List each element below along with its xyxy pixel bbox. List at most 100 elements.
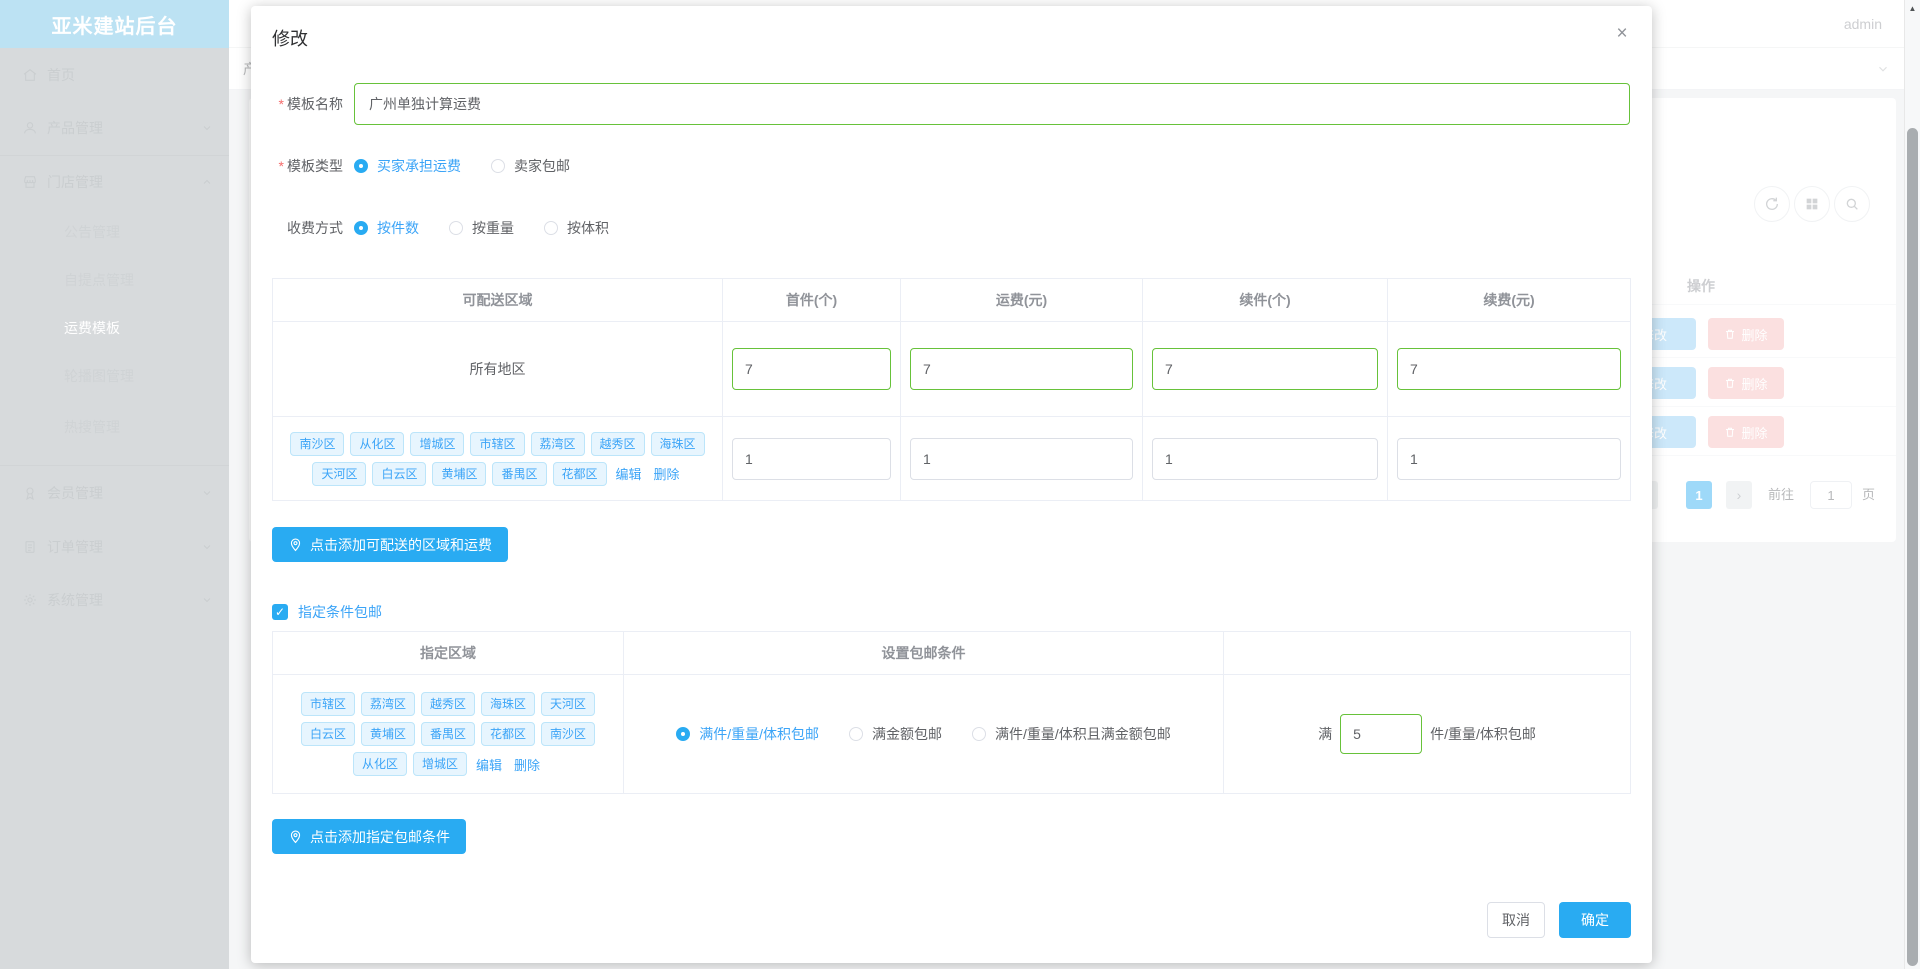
dialog-title: 修改 — [272, 29, 308, 49]
location-pin-icon — [290, 830, 301, 844]
checkbox-label: 指定条件包邮 — [298, 604, 382, 620]
scroll-up-arrow[interactable]: ▲ — [1905, 4, 1920, 13]
table-row: 市辖区 荔湾区 越秀区 海珠区 天河区 白云区 黄埔区 番禺区 花都区 南沙区 从化区 增城区 编辑 … — [272, 674, 1631, 794]
next-piece-input[interactable] — [1152, 348, 1378, 390]
radio-icon — [849, 727, 863, 741]
radio-icon — [544, 221, 558, 235]
radio-icon — [972, 727, 986, 741]
add-region-button-label: 点击添加可配送的区域和运费 — [310, 536, 492, 553]
radio-by-weight[interactable]: 按重量 — [449, 218, 514, 238]
radio-label: 按体积 — [567, 220, 609, 236]
radio-icon — [491, 159, 505, 173]
charge-method-radios: 按件数 按重量 按体积 — [354, 218, 639, 238]
radio-label: 满件/重量/体积且满金额包邮 — [995, 726, 1171, 742]
region-tag: 番禺区 — [420, 722, 475, 746]
scrollbar-thumb[interactable] — [1907, 128, 1918, 966]
fee-input[interactable] — [910, 348, 1133, 390]
radio-icon — [354, 159, 368, 173]
column-header: 续费(元) — [1387, 278, 1631, 322]
template-name-label: * 模板名称 — [278, 96, 343, 112]
vertical-scrollbar[interactable]: ▲ — [1904, 0, 1920, 969]
free-shipping-checkbox-row[interactable]: ✓ 指定条件包邮 — [272, 602, 382, 622]
table-row: 南沙区 从化区 增城区 市辖区 荔湾区 越秀区 海珠区 天河区 白云区 黄埔区 番禺区 花都区 编辑 … — [272, 416, 1631, 501]
next-fee-input[interactable] — [1397, 437, 1621, 480]
first-piece-input[interactable] — [732, 437, 891, 480]
region-cell: 所有地区 — [272, 321, 723, 417]
checkbox-checked-icon[interactable]: ✓ — [272, 604, 288, 620]
region-tag: 荔湾区 — [360, 692, 415, 716]
threshold-prefix: 满 — [1318, 726, 1333, 742]
region-tag: 番禺区 — [492, 461, 547, 486]
first-piece-input[interactable] — [732, 348, 891, 390]
location-pin-icon — [290, 538, 301, 552]
edit-link[interactable]: 编辑 — [476, 755, 502, 774]
add-condition-button-label: 点击添加指定包邮条件 — [310, 828, 450, 845]
template-name-input[interactable] — [354, 83, 1630, 125]
delete-link[interactable]: 删除 — [654, 464, 680, 483]
region-tag: 海珠区 — [650, 431, 705, 456]
region-tag: 越秀区 — [590, 431, 645, 456]
required-asterisk: * — [278, 158, 284, 174]
radio-label: 卖家包邮 — [514, 158, 570, 174]
radio-icon — [449, 221, 463, 235]
radio-buyer-pays[interactable]: 买家承担运费 — [354, 156, 461, 176]
template-type-radios: 买家承担运费 卖家包邮 — [354, 156, 600, 176]
threshold-input[interactable] — [1340, 714, 1423, 754]
radio-seller-free[interactable]: 卖家包邮 — [491, 156, 570, 176]
next-piece-input[interactable] — [1152, 437, 1378, 480]
edit-link[interactable]: 编辑 — [616, 464, 642, 483]
table-header-row: 可配送区域 首件(个) 运费(元) 续件(个) 续费(元) — [272, 278, 1631, 322]
table-row: 所有地区 — [272, 321, 1631, 417]
fee-input[interactable] — [910, 437, 1133, 480]
add-condition-button[interactable]: 点击添加指定包邮条件 — [272, 819, 466, 854]
radio-by-volume[interactable]: 按体积 — [544, 218, 609, 238]
dialog-footer: 取消 确定 — [1487, 902, 1631, 938]
region-tag: 天河区 — [312, 461, 367, 486]
delete-link[interactable]: 删除 — [514, 755, 540, 774]
radio-icon — [676, 727, 691, 741]
region-tag: 黄埔区 — [360, 722, 415, 746]
charge-method-label: 收费方式 — [287, 220, 343, 236]
template-type-label: * 模板类型 — [278, 158, 343, 174]
region-tag: 增城区 — [410, 431, 465, 456]
free-ship-condition-radios: 满件/重量/体积包邮 满金额包邮 满件/重量/体积且满金额包邮 — [624, 724, 1223, 744]
radio-label: 满件/重量/体积包邮 — [699, 726, 819, 742]
radio-label: 满金额包邮 — [872, 726, 942, 742]
region-tag: 增城区 — [412, 752, 467, 776]
column-header: 首件(个) — [722, 278, 901, 322]
cancel-button[interactable]: 取消 — [1487, 902, 1545, 938]
region-tag: 从化区 — [350, 431, 405, 456]
table-header-row: 指定区域 设置包邮条件 — [272, 631, 1631, 675]
column-header — [1223, 631, 1631, 675]
column-header: 可配送区域 — [272, 278, 723, 322]
region-tag: 天河区 — [541, 692, 596, 716]
column-header: 续件(个) — [1142, 278, 1388, 322]
region-tag: 花都区 — [481, 722, 536, 746]
confirm-button[interactable]: 确定 — [1559, 902, 1631, 938]
region-tag: 从化区 — [352, 752, 407, 776]
radio-by-quantity-and-amount-free[interactable]: 满件/重量/体积且满金额包邮 — [972, 724, 1171, 744]
add-region-button[interactable]: 点击添加可配送的区域和运费 — [272, 527, 508, 562]
region-tag: 黄埔区 — [432, 461, 487, 486]
edit-dialog: 修改 × *模板名称 *模板类型 买家承担运费 卖家包邮 收费方式 按件数 按重… — [251, 6, 1652, 963]
region-tag: 市辖区 — [300, 692, 355, 716]
region-tag: 白云区 — [300, 722, 355, 746]
radio-by-piece[interactable]: 按件数 — [354, 218, 419, 238]
region-tag: 海珠区 — [481, 692, 536, 716]
region-fee-table: 可配送区域 首件(个) 运费(元) 续件(个) 续费(元) 所有地区 南沙区从化… — [272, 278, 1631, 501]
free-shipping-table: 指定区域 设置包邮条件 市辖区 荔湾区 越秀区 海珠区 天河区 白云区 黄埔区 番禺区 花都区南… — [272, 631, 1631, 794]
radio-by-quantity-free[interactable]: 满件/重量/体积包邮 — [676, 724, 819, 744]
region-tag: 荔湾区 — [530, 431, 585, 456]
radio-icon — [354, 221, 368, 235]
region-tags: 南沙区 从化区 增城区 市辖区 荔湾区 越秀区 海珠区 天河区 白云区 黄埔区 番禺区 花都区 编辑 … — [278, 429, 718, 489]
column-header: 运费(元) — [900, 278, 1143, 322]
threshold-suffix: 件/重量/体积包邮 — [1430, 726, 1536, 742]
column-header: 设置包邮条件 — [623, 631, 1224, 675]
close-icon[interactable]: × — [1608, 20, 1636, 48]
region-tag: 白云区 — [372, 461, 427, 486]
next-fee-input[interactable] — [1397, 348, 1621, 390]
radio-by-amount-free[interactable]: 满金额包邮 — [849, 724, 942, 744]
region-tag: 市辖区 — [470, 431, 525, 456]
radio-label: 买家承担运费 — [377, 158, 461, 174]
radio-label: 按件数 — [377, 220, 419, 236]
